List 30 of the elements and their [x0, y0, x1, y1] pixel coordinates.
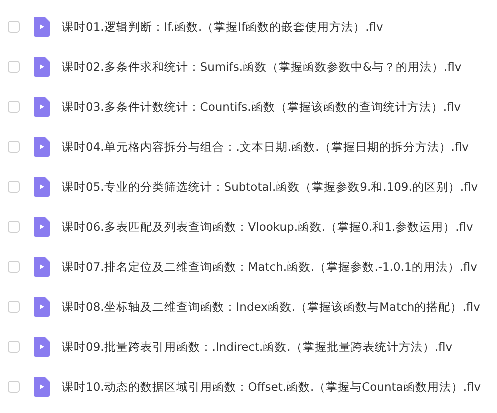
file-name[interactable]: 课时09.批量跨表引用函数：.Indirect.函数.（掌握批量跨表统计方法）.flv	[62, 340, 453, 354]
video-file-icon	[34, 297, 50, 317]
file-name[interactable]: 课时08.坐标轴及二维查询函数：Index函数.（掌握该函数与Match的搭配）.flv	[62, 300, 480, 314]
file-name[interactable]: 课时05.专业的分类筛选统计：Subtotal.函数（掌握参数9.和.109.的区别）.flv	[62, 180, 478, 194]
checkbox[interactable]	[8, 301, 20, 313]
file-name[interactable]: 课时01.逻辑判断：If.函数.（掌握If函数的嵌套使用方法）.flv	[62, 20, 384, 34]
checkbox[interactable]	[8, 381, 20, 393]
video-file-icon	[34, 377, 50, 397]
checkbox[interactable]	[8, 341, 20, 353]
video-file-icon	[34, 177, 50, 197]
video-file-icon	[34, 257, 50, 277]
video-file-icon	[34, 137, 50, 157]
checkbox[interactable]	[8, 61, 20, 73]
file-name[interactable]: 课时07.排名定位及二维查询函数：Match.函数.（掌握参数.-1.0.1的用法）.flv	[62, 260, 478, 274]
video-file-icon	[34, 17, 50, 37]
file-name[interactable]: 课时02.多条件求和统计：Sumifs.函数（掌握函数参数中&与？的用法）.flv	[62, 60, 462, 74]
file-name[interactable]: 课时10.动态的数据区域引用函数：Offset.函数.（掌握与Counta函数用法）.flv	[62, 380, 482, 394]
checkbox[interactable]	[8, 141, 20, 153]
video-file-icon	[34, 337, 50, 357]
checkbox[interactable]	[8, 21, 20, 33]
checkbox[interactable]	[8, 181, 20, 193]
video-file-icon	[34, 57, 50, 77]
checkbox[interactable]	[8, 261, 20, 273]
checkbox[interactable]	[8, 101, 20, 113]
video-file-icon	[34, 217, 50, 237]
file-name[interactable]: 课时06.多表匹配及列表查询函数：Vlookup.函数.（掌握0.和1.参数运用）.flv	[62, 220, 474, 234]
file-name[interactable]: 课时03.多条件计数统计：Countifs.函数（掌握该函数的查询统计方法）.flv	[62, 100, 462, 114]
video-file-icon	[34, 97, 50, 117]
file-name[interactable]: 课时04.单元格内容拆分与组合：.文本日期.函数.（掌握日期的拆分方法）.flv	[62, 140, 469, 154]
checkbox[interactable]	[8, 221, 20, 233]
